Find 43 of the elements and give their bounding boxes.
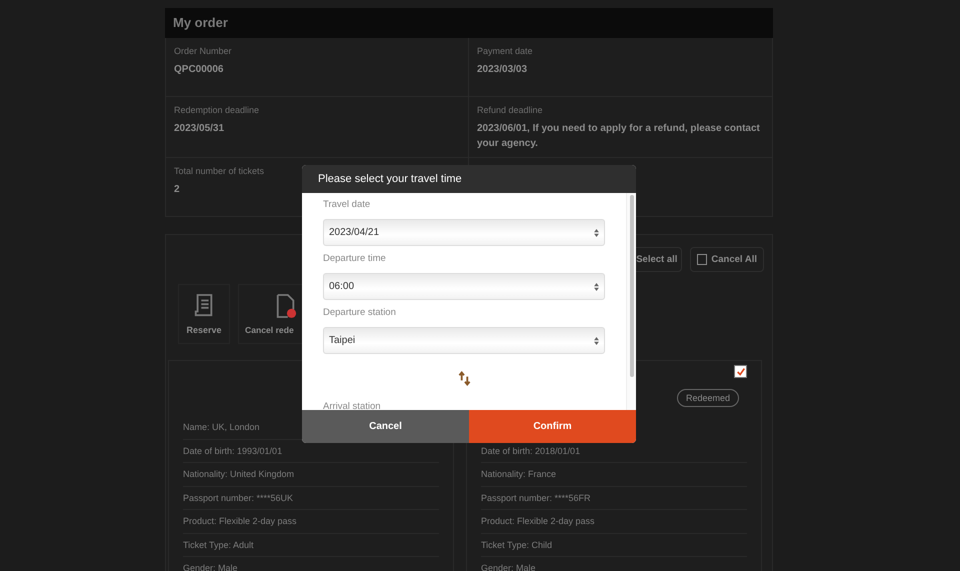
ticket-detail: Passport number: ****56UK [183,486,439,510]
dropdown-arrows-icon [594,336,599,344]
field-value: 2 [174,183,181,197]
select-field[interactable]: 06:00 [323,273,605,300]
select-field[interactable]: 2023/04/21 [323,219,605,246]
field-label: Payment date [477,46,534,56]
ticket-detail: Passport number: ****56FR [481,486,747,510]
field-label: Redemption deadline [174,105,260,115]
action-tile[interactable]: Reserve [178,284,230,344]
ticket-detail: Gender: Male [183,557,439,571]
select-field[interactable]: Taipei [323,327,605,354]
ticket-detail: Product: Flexible 2-day pass [183,510,439,534]
field-label: Order Number [174,46,233,56]
cancel-button[interactable]: Cancel [302,410,469,443]
dropdown-arrows-icon [594,228,599,236]
field-label: Departure time [323,253,387,266]
status-badge: Redeemed [676,389,739,407]
confirm-button[interactable]: Confirm [469,410,636,443]
ticket-detail: Nationality: United Kingdom [183,463,439,486]
scrollbar-thumb[interactable] [630,195,634,377]
ticket-detail: Gender: Male [481,557,747,571]
field-value: 2023/06/01, If you need to apply for a refund, please contact your agency. [477,122,761,151]
list-document-icon [193,293,215,319]
ticket-detail: Product: Flexible 2-day pass [481,510,747,534]
dialog-title: Please select your travel time [302,165,636,193]
ticket-detail: Ticket Type: Child [481,534,747,557]
field-label: Refund deadline [477,105,544,115]
field-label: Total number of tickets [174,166,266,176]
field-label: Travel date [323,199,372,212]
field-value: 2023/05/31 [174,122,226,136]
field-value: 2023/03/03 [477,63,528,77]
ticket-detail: Nationality: France [481,463,747,486]
square-icon [697,254,708,265]
checkbox[interactable] [734,365,747,378]
swap-arrows-icon[interactable] [458,370,470,386]
dropdown-arrows-icon [594,282,599,290]
ticket-detail: Ticket Type: Adult [183,534,439,557]
scrollbar[interactable] [626,193,636,410]
field-label: Arrival station [323,401,382,410]
field-value: QPC00006 [174,63,224,77]
document-cancel-icon [275,293,297,319]
page-title: My order [165,8,773,38]
cancel-all-button[interactable]: Cancel All [690,247,764,272]
